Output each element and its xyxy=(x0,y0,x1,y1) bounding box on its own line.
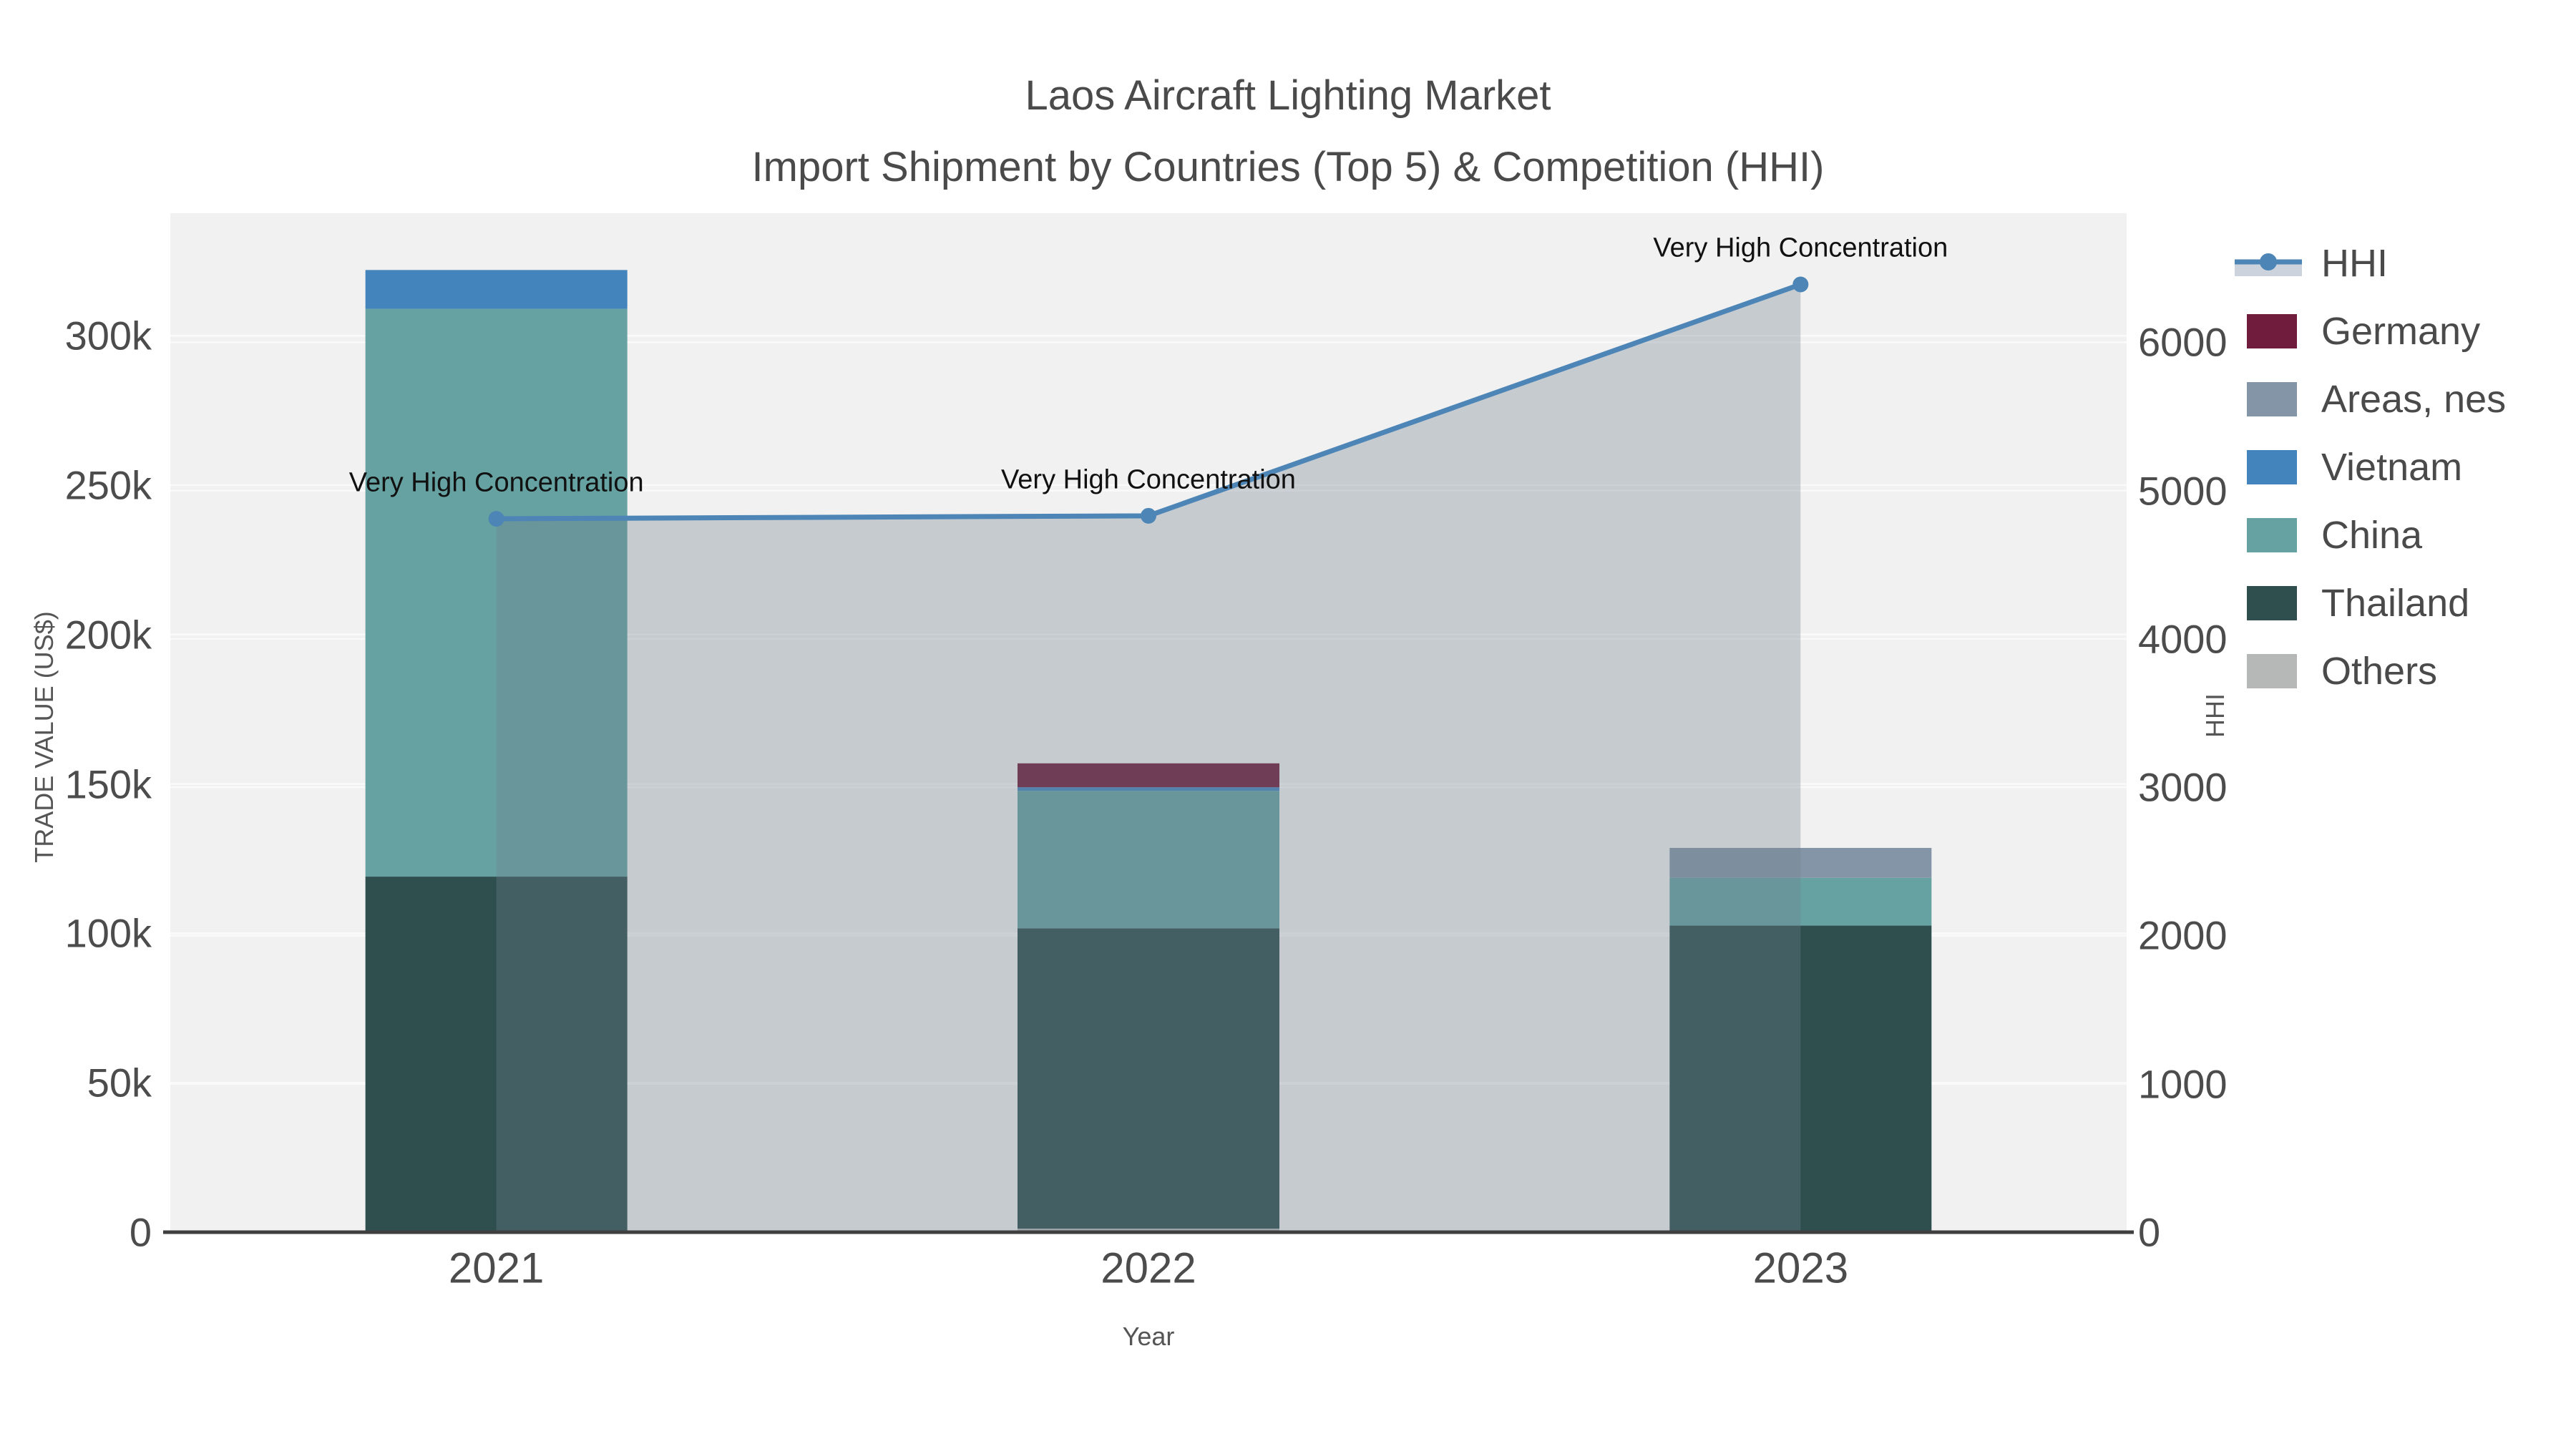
y-right-tick-5000: 5000 xyxy=(2138,468,2228,514)
bar-segment-vietnam-2021[interactable] xyxy=(365,270,628,309)
y-left-tick-100k: 100k xyxy=(64,910,152,956)
legend-hhi-line-sample xyxy=(2235,253,2302,276)
x-tick-2021: 2021 xyxy=(448,1244,545,1292)
plot-svg xyxy=(163,213,2134,1234)
y-right-tick-1000: 1000 xyxy=(2138,1061,2228,1107)
legend-item-thailand[interactable]: Thailand xyxy=(2222,570,2565,637)
legend-item-germany[interactable]: Germany xyxy=(2222,298,2565,365)
y-left-axis-title: TRADE VALUE (US$) xyxy=(29,611,59,863)
y-right-tick-6000: 6000 xyxy=(2138,319,2228,365)
x-tick-2023: 2023 xyxy=(1752,1244,1849,1292)
hhi-marker-2021[interactable] xyxy=(488,510,504,527)
y-left-tick-250k: 250k xyxy=(64,462,152,508)
chart-title-line1: Laos Aircraft Lighting Market xyxy=(1025,72,1551,119)
legend-swatch-germany xyxy=(2247,314,2297,348)
legend-label: Others xyxy=(2321,650,2438,693)
legend-label: Germany xyxy=(2321,310,2481,353)
chart-canvas: Laos Aircraft Lighting Market Import Shi… xyxy=(0,0,2576,1449)
legend-item-hhi[interactable]: HHI xyxy=(2222,230,2565,297)
legend-item-china[interactable]: China xyxy=(2222,502,2565,569)
y-right-tick-3000: 3000 xyxy=(2138,764,2228,810)
legend-label: China xyxy=(2321,514,2423,557)
chart-title: Laos Aircraft Lighting Market Import Shi… xyxy=(0,60,2576,203)
legend-item-others[interactable]: Others xyxy=(2222,638,2565,705)
legend-item-areas--nes[interactable]: Areas, nes xyxy=(2222,366,2565,433)
hhi-marker-2022[interactable] xyxy=(1141,507,1156,524)
y-right-tick-4000: 4000 xyxy=(2138,616,2228,662)
legend-label: Areas, nes xyxy=(2321,378,2507,421)
legend-swatch-areas--nes xyxy=(2247,382,2297,416)
legend-swatch-thailand xyxy=(2247,586,2297,620)
annotation-2022: Very High Concentration xyxy=(1001,464,1296,495)
hhi-marker-2023[interactable] xyxy=(1792,276,1809,293)
legend-swatch-others xyxy=(2247,654,2297,688)
legend-label: HHI xyxy=(2321,242,2388,285)
x-tick-2022: 2022 xyxy=(1101,1244,1196,1292)
annotation-2023: Very High Concentration xyxy=(1653,233,1948,263)
y-right-tick-2000: 2000 xyxy=(2138,912,2228,958)
y-left-tick-300k: 300k xyxy=(64,313,152,358)
legend-label: Thailand xyxy=(2321,582,2470,625)
y-left-tick-0: 0 xyxy=(129,1209,152,1255)
legend-swatch-vietnam xyxy=(2247,450,2297,484)
legend-swatch-china xyxy=(2247,518,2297,552)
y-right-tick-0: 0 xyxy=(2138,1209,2161,1255)
x-axis-title: Year xyxy=(1122,1322,1175,1351)
annotation-2021: Very High Concentration xyxy=(348,467,644,498)
chart-title-line2: Import Shipment by Countries (Top 5) & C… xyxy=(751,144,1825,190)
y-left-tick-50k: 50k xyxy=(87,1060,152,1106)
legend-item-vietnam[interactable]: Vietnam xyxy=(2222,434,2565,501)
legend-label: Vietnam xyxy=(2321,446,2463,489)
